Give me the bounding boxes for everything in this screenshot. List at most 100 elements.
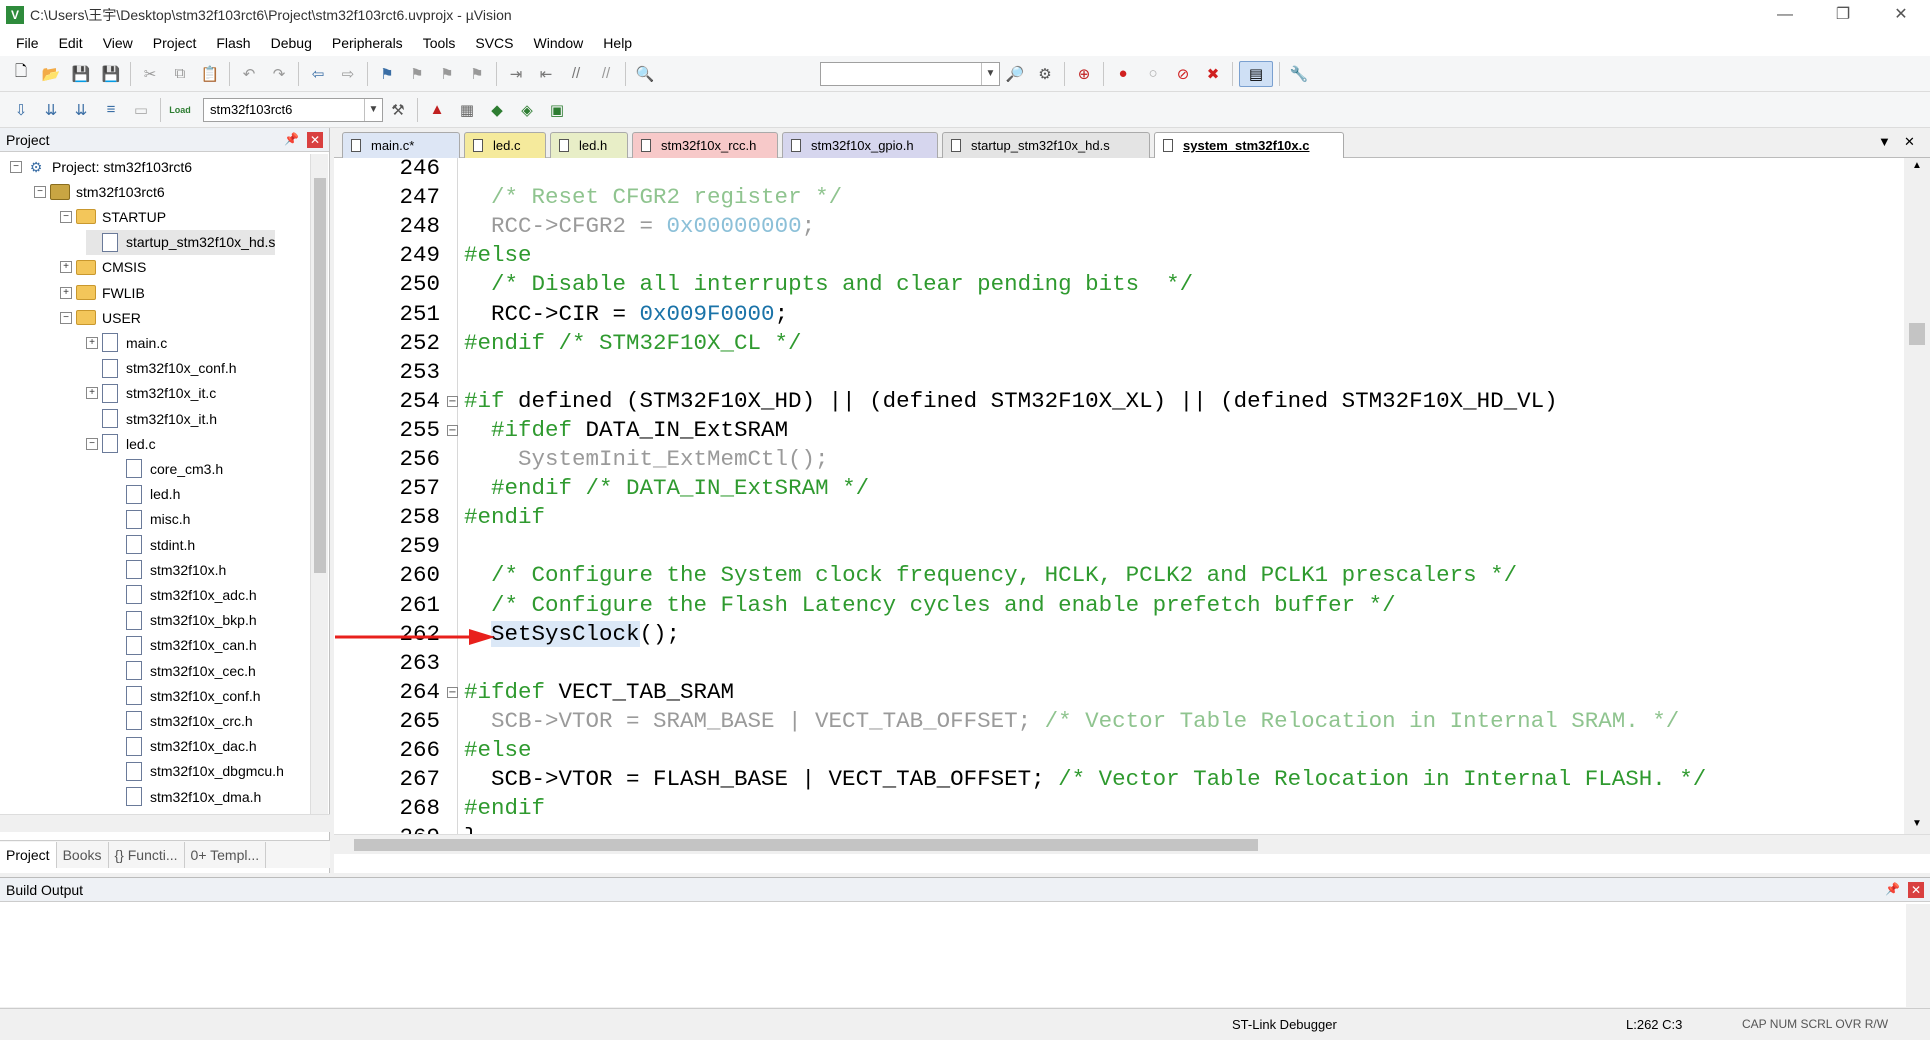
collapse-icon[interactable]: −: [60, 210, 72, 223]
close-icon[interactable]: ✕: [1908, 882, 1924, 898]
code-horizontal-scrollbar[interactable]: [334, 834, 1930, 854]
copy-icon[interactable]: ⧉: [167, 61, 193, 87]
code-line[interactable]: #else: [464, 241, 532, 270]
open-file-icon[interactable]: 📂: [38, 61, 64, 87]
download-icon[interactable]: Load: [167, 97, 193, 123]
code-view[interactable]: 246 247 248 249 250 251 252 253 254−255−256 257 25…: [334, 158, 1904, 834]
cut-icon[interactable]: ✂: [137, 61, 163, 87]
scrollbar-thumb[interactable]: [314, 178, 326, 573]
fold-toggle-icon[interactable]: −: [447, 686, 458, 698]
bookmark-prev-icon[interactable]: ⚑: [404, 61, 430, 87]
indent-icon[interactable]: ⇥: [503, 61, 529, 87]
scrollbar-thumb[interactable]: [354, 839, 1258, 851]
manage-run-time-icon[interactable]: ◆: [484, 97, 510, 123]
save-all-icon[interactable]: 💾: [98, 61, 124, 87]
tree-item[interactable]: stm32f10x_conf.h: [110, 683, 261, 708]
tree-item[interactable]: stm32f10x.h: [110, 557, 226, 582]
breakpoint-disable-all-icon[interactable]: ⊘: [1170, 61, 1196, 87]
minimize-button[interactable]: —: [1756, 0, 1814, 30]
scroll-up-icon[interactable]: ▲: [1912, 160, 1922, 171]
code-line[interactable]: }: [464, 823, 478, 834]
select-packs-icon[interactable]: ▦: [454, 97, 480, 123]
code-line[interactable]: #endif: [464, 503, 545, 532]
tree-horizontal-scrollbar[interactable]: [0, 814, 330, 832]
configure-icon[interactable]: 🔧: [1286, 61, 1312, 87]
uncomment-icon[interactable]: //: [593, 61, 619, 87]
tree-item[interactable]: core_cm3.h: [110, 456, 223, 481]
tree-item[interactable]: misc.h: [110, 507, 190, 532]
expand-icon[interactable]: +: [86, 336, 98, 349]
undo-icon[interactable]: ↶: [236, 61, 262, 87]
fold-toggle-icon[interactable]: −: [447, 395, 458, 407]
chevron-down-icon[interactable]: ▼: [364, 98, 382, 121]
rebuild-icon[interactable]: ⇊: [68, 97, 94, 123]
close-button[interactable]: ✕: [1872, 0, 1930, 30]
collapse-icon[interactable]: −: [86, 437, 98, 450]
tree-item[interactable]: − USER: [60, 305, 141, 330]
tab-functions[interactable]: {} Functi...: [109, 841, 185, 868]
code-line[interactable]: /* Disable all interrupts and clear pend…: [464, 270, 1193, 299]
close-tab-icon[interactable]: ✕: [1904, 134, 1915, 150]
code-line[interactable]: #endif /* DATA_IN_ExtSRAM */: [464, 474, 869, 503]
code-line[interactable]: /* Reset CFGR2 register */: [464, 183, 842, 212]
tree-item[interactable]: + stm32f10x_it.c: [86, 381, 216, 406]
editor-tab[interactable]: main.c*: [342, 132, 460, 158]
find-in-files-icon[interactable]: 🔍: [632, 61, 658, 87]
editor-tab[interactable]: led.c: [464, 132, 546, 158]
code-line[interactable]: #if defined (STM32F10X_HD) || (defined S…: [464, 387, 1558, 416]
breakpoint-kill-all-icon[interactable]: ✖: [1200, 61, 1226, 87]
build-icon[interactable]: ⇊: [38, 97, 64, 123]
menu-project[interactable]: Project: [143, 35, 207, 51]
target-options-icon[interactable]: ⚒: [385, 97, 411, 123]
code-line[interactable]: RCC->CFGR2 = 0x00000000;: [464, 212, 815, 241]
redo-icon[interactable]: ↷: [266, 61, 292, 87]
code-line[interactable]: /* Configure the System clock frequency,…: [464, 561, 1517, 590]
editor-tab[interactable]: startup_stm32f10x_hd.s: [942, 132, 1150, 158]
tree-item[interactable]: stm32f10x_adc.h: [110, 582, 257, 607]
editor-tab[interactable]: stm32f10x_gpio.h: [782, 132, 938, 158]
tree-item[interactable]: stm32f10x_can.h: [110, 633, 257, 658]
collapse-icon[interactable]: −: [34, 185, 46, 198]
menu-help[interactable]: Help: [593, 35, 642, 51]
debug-session-icon[interactable]: ⊕: [1071, 61, 1097, 87]
tree-item[interactable]: startup_stm32f10x_hd.s: [86, 229, 276, 255]
tree-item[interactable]: − STARTUP: [60, 204, 166, 229]
editor-tab[interactable]: system_stm32f10x.c: [1154, 132, 1344, 158]
pack-installer-icon[interactable]: ◈: [514, 97, 540, 123]
close-icon[interactable]: ✕: [307, 132, 323, 148]
breakpoint-disable-icon[interactable]: ○: [1140, 61, 1166, 87]
paste-icon[interactable]: 📋: [197, 61, 223, 87]
code-vertical-scrollbar[interactable]: ▲ ▼: [1904, 158, 1930, 834]
expand-icon[interactable]: +: [60, 286, 72, 299]
build-output-scrollbar[interactable]: [1906, 904, 1930, 1008]
tab-books[interactable]: Books: [57, 841, 109, 868]
code-line[interactable]: SCB->VTOR = SRAM_BASE | VECT_TAB_OFFSET;…: [464, 707, 1679, 736]
expand-icon[interactable]: +: [86, 387, 98, 400]
menu-edit[interactable]: Edit: [49, 35, 93, 51]
menu-view[interactable]: View: [93, 35, 143, 51]
pin-icon[interactable]: 📌: [284, 132, 299, 146]
scroll-down-icon[interactable]: ▼: [1912, 818, 1922, 829]
tree-item[interactable]: stm32f10x_dac.h: [110, 734, 257, 759]
menu-tools[interactable]: Tools: [413, 35, 466, 51]
tree-item[interactable]: stm32f10x_it.h: [86, 406, 217, 431]
window-layout-icon[interactable]: ▤: [1239, 60, 1273, 87]
tree-item[interactable]: + FWLIB: [60, 280, 145, 305]
menu-file[interactable]: File: [6, 35, 49, 51]
collapse-icon[interactable]: −: [60, 311, 72, 324]
editor-tab[interactable]: led.h: [550, 132, 628, 158]
find-icon[interactable]: 🔎: [1002, 61, 1028, 87]
code-line[interactable]: SCB->VTOR = FLASH_BASE | VECT_TAB_OFFSET…: [464, 765, 1706, 794]
tree-item[interactable]: stm32f10x_cec.h: [110, 658, 256, 683]
tree-item[interactable]: stm32f10x_dma.h: [110, 784, 261, 809]
code-line[interactable]: /* Configure the Flash Latency cycles an…: [464, 591, 1396, 620]
comment-icon[interactable]: //: [563, 61, 589, 87]
incremental-find-icon[interactable]: ⚙: [1032, 61, 1058, 87]
tab-project[interactable]: Project: [0, 841, 57, 868]
tab-templates[interactable]: 0+ Templ...: [185, 841, 267, 868]
code-line[interactable]: #ifdef VECT_TAB_SRAM: [464, 678, 734, 707]
batch-build-icon[interactable]: ≡: [98, 97, 124, 123]
tree-vertical-scrollbar[interactable]: [310, 154, 328, 814]
tree-item[interactable]: led.h: [110, 482, 180, 507]
unindent-icon[interactable]: ⇤: [533, 61, 559, 87]
